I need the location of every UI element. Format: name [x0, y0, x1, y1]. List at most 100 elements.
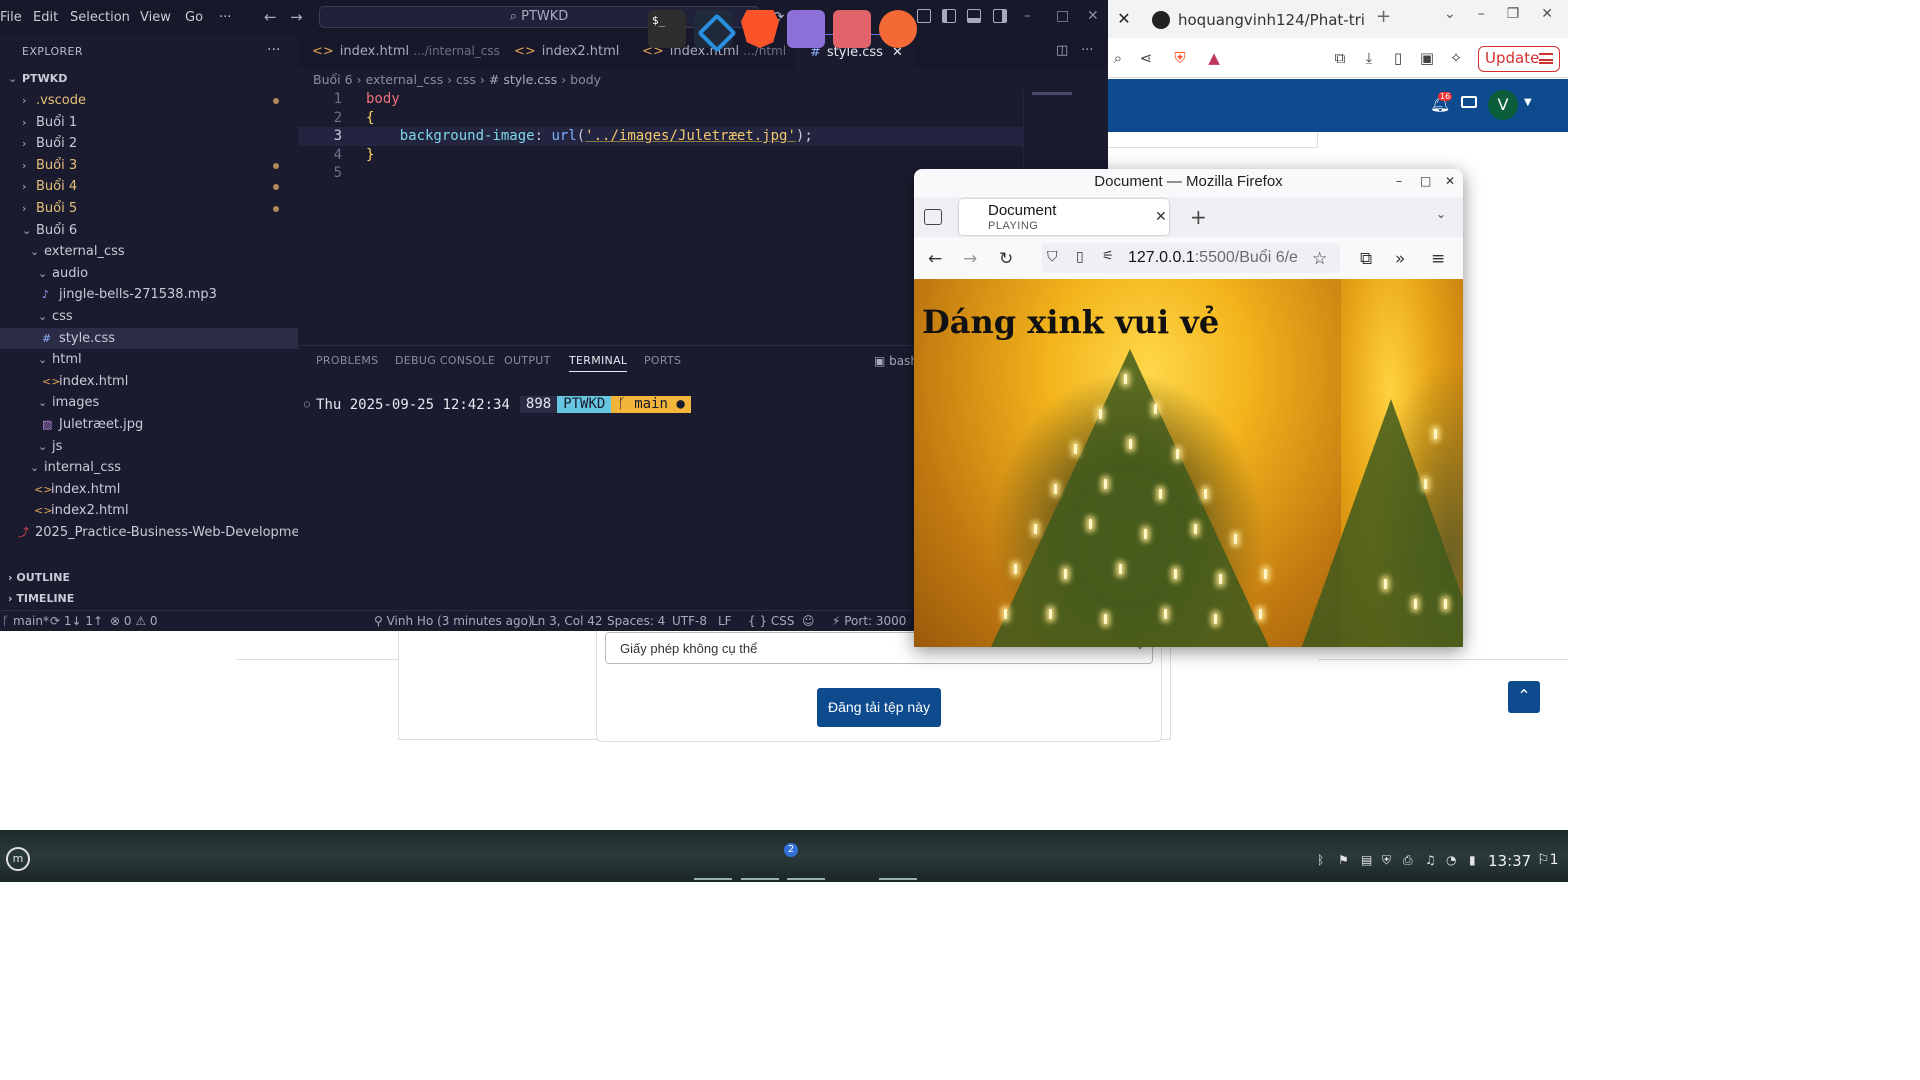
chat-icon[interactable]: [1461, 96, 1477, 108]
tree-item[interactable]: › Buổi 4: [0, 176, 298, 197]
status-indentation[interactable]: Spaces: 4: [607, 614, 665, 628]
battery-icon[interactable]: ▮: [1469, 853, 1476, 867]
leo-icon[interactable]: ✧: [1446, 48, 1466, 68]
clock[interactable]: 13:37: [1488, 852, 1531, 870]
brave-app-icon[interactable]: [741, 10, 779, 48]
menu-view[interactable]: View: [140, 10, 171, 25]
status-sync[interactable]: ⟳ 1↓ 1↑: [50, 614, 103, 628]
breadcrumb-item[interactable]: # style.css: [489, 72, 557, 87]
tree-item[interactable]: <> index2.html: [0, 500, 298, 521]
terminal-shell-label[interactable]: ▣ bash: [874, 354, 918, 368]
tree-item[interactable]: <> index.html: [0, 371, 298, 392]
minimize-icon[interactable]: –: [1396, 174, 1402, 188]
copilot-status-icon[interactable]: ☺: [802, 614, 815, 628]
code-line[interactable]: 1 body: [298, 90, 1023, 109]
minimize-icon[interactable]: –: [1024, 8, 1031, 24]
permissions-icon[interactable]: ⚟: [1102, 249, 1114, 264]
breadcrumb-item[interactable]: body: [570, 72, 601, 87]
tree-item[interactable]: ⌄ Buổi 6: [0, 220, 298, 241]
forward-arrow-icon[interactable]: →: [963, 249, 977, 269]
bookmark-star-icon[interactable]: ☆: [1312, 249, 1327, 269]
restore-icon[interactable]: ❐: [1507, 6, 1520, 22]
tree-item[interactable]: ⌄ js: [0, 436, 298, 457]
back-arrow-icon[interactable]: ←: [264, 8, 277, 26]
start-menu-icon[interactable]: m: [6, 847, 30, 871]
maximize-icon[interactable]: □: [1420, 174, 1431, 188]
browser-tab[interactable]: Document PLAYING ✕: [959, 199, 1169, 235]
tree-item[interactable]: <> index.html: [0, 479, 298, 500]
status-branch[interactable]: ᚴ main*: [2, 614, 49, 628]
tree-item[interactable]: # style.css: [0, 327, 298, 349]
outline-section[interactable]: › OUTLINE: [0, 567, 298, 588]
code-line[interactable]: 4}: [298, 146, 1023, 165]
brave-shields-icon[interactable]: ⛨: [1170, 48, 1190, 68]
status-encoding[interactable]: UTF-8: [672, 614, 707, 628]
tree-item[interactable]: ⌄ audio: [0, 263, 298, 284]
update-button[interactable]: Update: [1478, 46, 1560, 72]
command-center-search[interactable]: ⌕ PTWKD: [319, 6, 759, 28]
close-window-icon[interactable]: ✕: [1087, 8, 1099, 24]
files-app-icon[interactable]: [787, 10, 825, 48]
tree-item[interactable]: ⤴ 2025_Practice-Business-Web-Development.…: [0, 522, 325, 543]
menu-more[interactable]: ···: [219, 10, 231, 25]
shield-icon[interactable]: ⛨: [1382, 853, 1391, 868]
download-icon[interactable]: ⤓: [1359, 48, 1379, 68]
tree-item[interactable]: ▨ Juletræet.jpg: [0, 414, 298, 435]
toggle-panel-icon[interactable]: [967, 9, 981, 23]
explorer-root[interactable]: ⌄ PTWKD: [0, 68, 298, 89]
network-manager-icon[interactable]: ⚑: [1338, 853, 1349, 867]
url-bar[interactable]: ⛉ ▯ ⚟ 127.0.0.1:5500/Buổi 6/e: [1042, 243, 1340, 273]
tab-debug-console[interactable]: DEBUG CONSOLE: [395, 354, 495, 367]
vscode-app-icon[interactable]: [694, 10, 732, 48]
more-actions-icon[interactable]: ···: [1081, 43, 1093, 58]
status-cursor-position[interactable]: Ln 3, Col 42: [531, 614, 603, 628]
breadcrumb-item[interactable]: css: [456, 72, 476, 87]
close-window-icon[interactable]: ✕: [1541, 6, 1553, 22]
tree-item[interactable]: ⌄ internal_css: [0, 457, 298, 478]
menu-go[interactable]: Go: [185, 10, 203, 25]
timeline-section[interactable]: › TIMELINE: [0, 588, 298, 609]
share-icon[interactable]: ⋖: [1136, 48, 1156, 68]
firefox-app-icon[interactable]: [879, 10, 917, 48]
clipboard-icon[interactable]: ▤: [1361, 853, 1372, 867]
reader-app-icon[interactable]: [833, 10, 871, 48]
wifi-icon[interactable]: ◔: [1446, 853, 1456, 867]
bluetooth-icon[interactable]: ᛒ: [1317, 853, 1324, 867]
tab-problems[interactable]: PROBLEMS: [316, 354, 378, 367]
sidebar-icon[interactable]: ▯: [1388, 48, 1408, 68]
menu-file[interactable]: File: [0, 10, 22, 25]
reload-icon[interactable]: ↻: [999, 249, 1013, 269]
browser-tab-github[interactable]: hoquangvinh124/Phat-tri: [1140, 2, 1370, 38]
extensions-icon[interactable]: ⧉: [1360, 249, 1372, 269]
scroll-to-top-button[interactable]: ⌃: [1508, 681, 1540, 713]
toggle-sidebar-icon[interactable]: [942, 9, 956, 23]
wallet-icon[interactable]: ▣: [1417, 48, 1437, 68]
more-tools-icon[interactable]: »: [1395, 249, 1405, 269]
status-language[interactable]: { } CSS: [748, 614, 795, 628]
split-editor-icon[interactable]: ◫: [1056, 43, 1068, 58]
tab-internal-index-html[interactable]: <> index.html .../internal_css: [298, 34, 500, 69]
printer-icon[interactable]: ⎙: [1403, 853, 1413, 868]
new-tab-button[interactable]: +: [1376, 6, 1391, 27]
close-window-icon[interactable]: ✕: [1445, 174, 1455, 188]
tree-item[interactable]: › .vscode: [0, 90, 298, 111]
breadcrumb-item[interactable]: external_css: [366, 72, 444, 87]
menu-edit[interactable]: Edit: [33, 10, 58, 25]
notification-indicator[interactable]: ⚐1: [1537, 852, 1558, 868]
tree-item[interactable]: › Buổi 1: [0, 112, 298, 133]
back-arrow-icon[interactable]: ←: [928, 249, 942, 269]
tab-search-icon[interactable]: ⌄: [1444, 6, 1456, 22]
tree-item[interactable]: ⌄ html: [0, 349, 298, 370]
tab-overview-icon[interactable]: [924, 209, 942, 225]
tree-item[interactable]: ⌄ css: [0, 306, 298, 327]
code-line[interactable]: 3 background-image: url('../images/Julet…: [298, 127, 1023, 147]
avatar[interactable]: V: [1488, 90, 1518, 120]
new-tab-button[interactable]: +: [1190, 205, 1207, 229]
sound-icon[interactable]: ♫: [1425, 853, 1436, 867]
chevron-down-icon[interactable]: ▼: [1524, 97, 1532, 108]
tab-output[interactable]: OUTPUT: [504, 354, 551, 367]
maximize-icon[interactable]: □: [1056, 8, 1069, 24]
layout-icon[interactable]: [917, 9, 931, 23]
tree-item[interactable]: › Buổi 2: [0, 133, 298, 154]
upload-file-button[interactable]: Đăng tải tệp này: [817, 688, 941, 727]
